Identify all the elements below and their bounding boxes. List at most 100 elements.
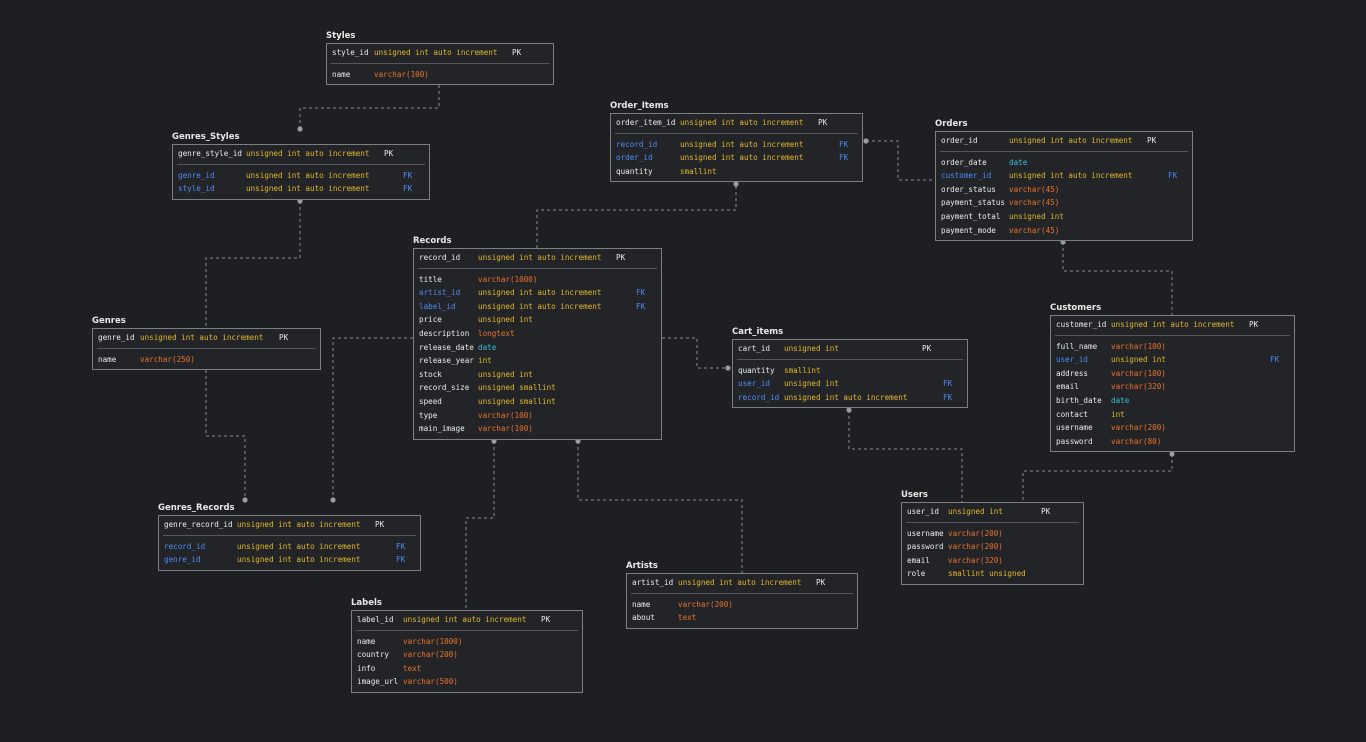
column-row[interactable]: user_id unsigned int PK (902, 505, 1083, 519)
table-users[interactable]: user_id unsigned int PK username varchar(200… (901, 502, 1084, 585)
column-row[interactable]: image_url varchar(500) (352, 675, 582, 689)
column-row[interactable]: type varchar(100) (414, 409, 661, 423)
table-genres_styles[interactable]: genre_style_id unsigned int auto incremen… (172, 144, 430, 200)
row-divider (906, 521, 1079, 523)
column-row[interactable]: role smallint unsigned (902, 567, 1083, 581)
column-row[interactable]: password varchar(80) (1051, 435, 1294, 449)
column-row[interactable]: quantity smallint (733, 364, 967, 378)
foreign-key-badge: FK (396, 555, 406, 565)
link-records-genres-records (332, 337, 413, 500)
column-row[interactable]: user_id unsigned int FK (1051, 353, 1294, 367)
column-row[interactable]: speed unsigned smallint (414, 395, 661, 409)
column-type: unsigned int auto increment (478, 253, 602, 262)
column-row[interactable]: description longtext (414, 327, 661, 341)
table-styles[interactable]: style_id unsigned int auto increment PK nam… (326, 43, 554, 86)
column-name: speed (419, 396, 442, 406)
column-row[interactable]: record_id unsigned int auto increment PK (414, 251, 661, 265)
column-row[interactable]: name varchar(1000) (352, 635, 582, 649)
table-cart_items[interactable]: cart_id unsigned int PK quantity smallint use… (732, 339, 968, 409)
column-row[interactable]: quantity smallint (611, 165, 862, 179)
column-name: image_url (357, 677, 399, 687)
column-row[interactable]: contact int (1051, 408, 1294, 422)
column-type: smallint (680, 166, 717, 176)
column-row[interactable]: record_size unsigned smallint (414, 381, 661, 395)
column-row[interactable]: label_id unsigned int auto increment PK (352, 613, 582, 627)
column-row[interactable]: name varchar(250) (93, 353, 320, 367)
column-row[interactable]: email varchar(320) (1051, 380, 1294, 394)
column-row[interactable]: full_name varchar(100) (1051, 340, 1294, 354)
column-row[interactable]: price unsigned int (414, 313, 661, 327)
column-row[interactable]: release_year int (414, 354, 661, 368)
column-row[interactable]: customer_id unsigned int auto increment FK (936, 169, 1192, 183)
table-genres_records[interactable]: genre_record_id unsigned int auto increme… (158, 515, 421, 571)
column-name: contact (1056, 409, 1089, 419)
column-row[interactable]: customer_id unsigned int auto increment PK (1051, 318, 1294, 332)
table-title-labels: Labels (351, 598, 382, 608)
column-row[interactable]: email varchar(320) (902, 554, 1083, 568)
column-row[interactable]: address varchar(100) (1051, 367, 1294, 381)
column-row[interactable]: label_id unsigned int auto increment FK (414, 300, 661, 314)
column-row[interactable]: main_image varchar(100) (414, 422, 661, 436)
primary-key-badge: PK (818, 118, 828, 127)
table-orders[interactable]: order_id unsigned int auto increment PK ord… (935, 131, 1193, 242)
table-customers[interactable]: customer_id unsigned int auto increment PK… (1050, 315, 1295, 453)
column-type: unsigned int auto increment (1009, 171, 1133, 181)
column-type: unsigned int (784, 344, 839, 353)
column-row[interactable]: password varchar(200) (902, 540, 1083, 554)
table-order_items[interactable]: order_item_id unsigned int auto increment… (610, 113, 863, 183)
column-row[interactable]: genre_id unsigned int auto increment FK (159, 553, 420, 567)
link-cart-items-users (848, 410, 963, 502)
column-row[interactable]: record_id unsigned int auto increment FK (733, 391, 967, 405)
column-row[interactable]: name varchar(200) (627, 598, 857, 612)
column-name: title (419, 274, 442, 284)
column-row[interactable]: genre_style_id unsigned int auto incremen… (173, 147, 429, 161)
column-type: unsigned int (784, 379, 839, 389)
column-row[interactable]: release_date date (414, 341, 661, 355)
column-row[interactable]: info text (352, 662, 582, 676)
column-row[interactable]: payment_total unsigned int (936, 210, 1192, 224)
column-row[interactable]: payment_mode varchar(45) (936, 224, 1192, 238)
table-records[interactable]: record_id unsigned int auto increment PK ti… (413, 248, 662, 440)
column-row[interactable]: genre_record_id unsigned int auto increme… (159, 518, 420, 532)
column-row[interactable]: record_id unsigned int auto increment FK (159, 540, 420, 554)
column-row[interactable]: style_id unsigned int auto increment PK (327, 46, 553, 60)
column-type: unsigned int auto increment (140, 333, 264, 342)
column-name: artist_id (632, 578, 674, 587)
column-row[interactable]: genre_id unsigned int auto increment FK (173, 169, 429, 183)
column-row[interactable]: order_item_id unsigned int auto increment… (611, 116, 862, 130)
column-row[interactable]: cart_id unsigned int PK (733, 342, 967, 356)
column-row[interactable]: style_id unsigned int auto increment FK (173, 182, 429, 196)
column-row[interactable]: birth_date date (1051, 394, 1294, 408)
column-name: genre_id (178, 170, 215, 180)
column-row[interactable]: username varchar(200) (902, 527, 1083, 541)
column-row[interactable]: artist_id unsigned int auto increment PK (627, 576, 857, 590)
column-type: unsigned int auto increment (478, 301, 602, 311)
column-row[interactable]: username varchar(200) (1051, 421, 1294, 435)
column-row[interactable]: genre_id unsigned int auto increment PK (93, 331, 320, 345)
column-row[interactable]: about text (627, 611, 857, 625)
table-title-customers: Customers (1050, 303, 1102, 313)
table-artists[interactable]: artist_id unsigned int auto increment PK na… (626, 573, 858, 629)
column-row[interactable]: stock unsigned int (414, 368, 661, 382)
column-row[interactable]: record_id unsigned int auto increment FK (611, 138, 862, 152)
column-type: unsigned int auto increment (678, 578, 802, 587)
column-row[interactable]: order_id unsigned int auto increment FK (611, 151, 862, 165)
column-row[interactable]: title varchar(1000) (414, 273, 661, 287)
column-row[interactable]: name varchar(100) (327, 68, 553, 82)
column-row[interactable]: country varchar(200) (352, 648, 582, 662)
table-title-styles: Styles (326, 31, 356, 41)
column-row[interactable]: artist_id unsigned int auto increment FK (414, 286, 661, 300)
table-genres[interactable]: genre_id unsigned int auto increment PK nam… (92, 328, 321, 371)
column-row[interactable]: user_id unsigned int FK (733, 377, 967, 391)
column-row[interactable]: order_id unsigned int auto increment PK (936, 134, 1192, 148)
column-name: username (907, 528, 944, 538)
column-type: unsigned int (478, 315, 533, 325)
column-row[interactable]: payment_status varchar(45) (936, 196, 1192, 210)
column-row[interactable]: order_date date (936, 156, 1192, 170)
table-labels[interactable]: label_id unsigned int auto increment PK nam… (351, 610, 583, 693)
column-row[interactable]: order_status varchar(45) (936, 183, 1192, 197)
column-name: order_status (941, 184, 996, 194)
row-divider (97, 347, 316, 349)
column-name: customer_id (1056, 320, 1107, 329)
column-name: order_id (616, 153, 653, 163)
